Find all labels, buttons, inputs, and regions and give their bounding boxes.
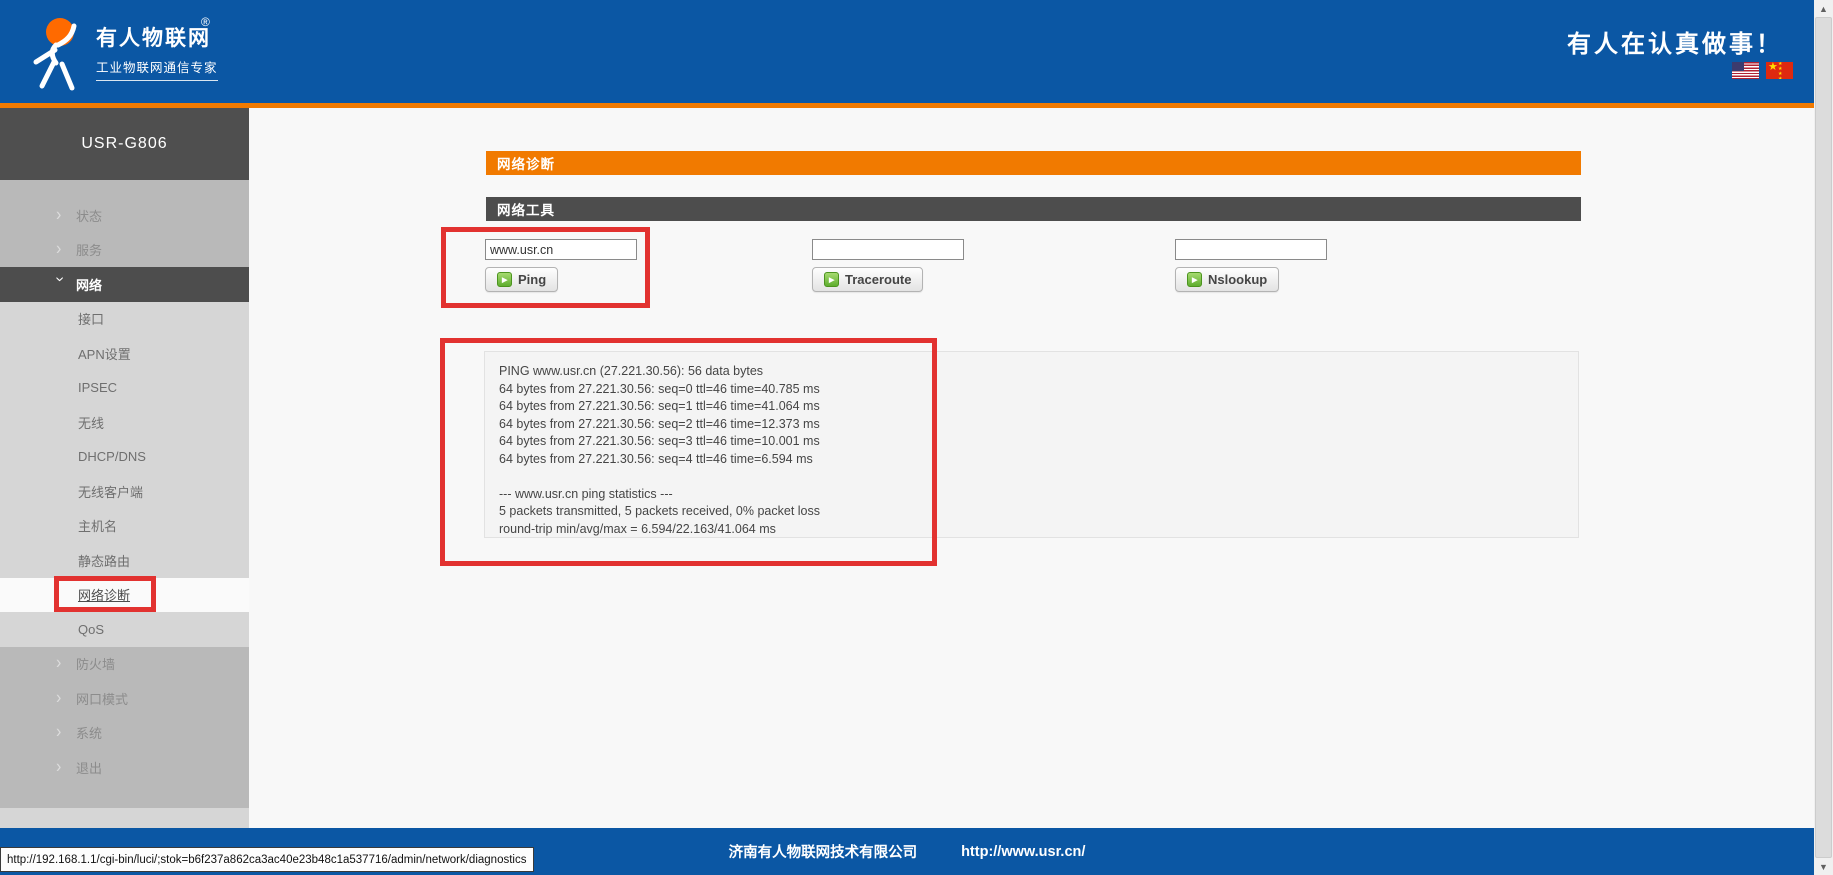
- sidebar-item-apn[interactable]: APN设置: [0, 336, 249, 371]
- sidebar-item-status[interactable]: ›状态: [0, 198, 249, 233]
- sidebar-item-wifi-client[interactable]: 无线客户端: [0, 474, 249, 509]
- chevron-right-icon: ›: [56, 242, 76, 257]
- scroll-down-icon[interactable]: ▼: [1814, 858, 1833, 875]
- footer-website-link[interactable]: http://www.usr.cn/: [961, 844, 1085, 860]
- ping-output-line: PING www.usr.cn (27.221.30.56): 56 data …: [499, 363, 1564, 381]
- ping-tool: Ping: [485, 239, 637, 292]
- sidebar: USR-G806 ›状态›服务›网络接口APN设置IPSEC无线DHCP/DNS…: [0, 108, 249, 828]
- cn-flag-icon[interactable]: ★★ ★★ ★: [1766, 62, 1793, 79]
- sidebar-item-label: 无线: [78, 413, 104, 432]
- sidebar-item-network[interactable]: › 网络: [0, 267, 249, 302]
- traceroute-button[interactable]: Traceroute: [812, 267, 923, 292]
- sidebar-item-label: 状态: [76, 206, 102, 225]
- brand-title: 有人物联网: [96, 22, 211, 52]
- sidebar-item-label: 系统: [76, 723, 102, 742]
- traceroute-button-label: Traceroute: [845, 272, 911, 287]
- sidebar-item-label: DHCP/DNS: [78, 449, 146, 464]
- scroll-up-icon[interactable]: ▲: [1814, 0, 1833, 17]
- brand-subtitle: 工业物联网通信专家: [96, 57, 218, 81]
- chevron-right-icon: ›: [56, 208, 76, 223]
- main-content: 网络诊断 网络工具 Ping Traceroute Nslookup PING ww…: [249, 108, 1814, 828]
- nslookup-button-label: Nslookup: [1208, 272, 1267, 287]
- ping-output-line: [499, 468, 1564, 486]
- ping-output-line: --- www.usr.cn ping statistics ---: [499, 486, 1564, 504]
- header-slogan: 有人在认真做事！: [1567, 24, 1783, 59]
- ping-output-line: 64 bytes from 27.221.30.56: seq=2 ttl=46…: [499, 416, 1564, 434]
- ping-host-input[interactable]: [485, 239, 637, 260]
- sidebar-bottom-strip: [0, 808, 249, 828]
- sidebar-item-label: 服务: [76, 240, 102, 259]
- traceroute-tool: Traceroute: [812, 239, 964, 292]
- ping-output-box: PING www.usr.cn (27.221.30.56): 56 data …: [484, 351, 1579, 538]
- ping-output-line: 64 bytes from 27.221.30.56: seq=4 ttl=46…: [499, 451, 1564, 469]
- sidebar-item-label: 网络: [76, 275, 102, 294]
- sidebar-item-label: 接口: [78, 309, 104, 328]
- ping-output-line: 5 packets transmitted, 5 packets receive…: [499, 503, 1564, 521]
- sidebar-item-ipsec[interactable]: IPSEC: [0, 371, 249, 406]
- sidebar-item-hostname[interactable]: 主机名: [0, 509, 249, 544]
- run-action-icon: [497, 272, 512, 287]
- sidebar-item-label: 防火墙: [76, 654, 115, 673]
- nslookup-button[interactable]: Nslookup: [1175, 267, 1279, 292]
- sidebar-item-wireless[interactable]: 无线: [0, 405, 249, 440]
- sidebar-item-label: 网络诊断: [78, 585, 130, 604]
- sidebar-item-firewall[interactable]: ›防火墙: [0, 647, 249, 682]
- app-header: ® 有人物联网 工业物联网通信专家 有人在认真做事！ ★★ ★★ ★: [0, 0, 1833, 103]
- sidebar-item-label: 退出: [76, 758, 102, 777]
- chevron-right-icon: ›: [56, 691, 76, 706]
- ping-button[interactable]: Ping: [485, 267, 558, 292]
- footer-company: 济南有人物联网技术有限公司: [729, 841, 918, 862]
- scrollbar-thumb[interactable]: [1815, 17, 1832, 858]
- usr-logo-icon: [16, 10, 92, 92]
- sidebar-item-label: 静态路由: [78, 551, 130, 570]
- run-action-icon: [1187, 272, 1202, 287]
- page-title: 网络诊断: [486, 151, 1581, 175]
- sidebar-item-interfaces[interactable]: 接口: [0, 302, 249, 337]
- browser-status-url: http://192.168.1.1/cgi-bin/luci/;stok=b6…: [0, 847, 534, 872]
- nslookup-tool: Nslookup: [1175, 239, 1327, 292]
- us-flag-icon[interactable]: [1732, 62, 1759, 79]
- sidebar-nav: ›状态›服务›网络接口APN设置IPSEC无线DHCP/DNS无线客户端主机名静…: [0, 198, 249, 785]
- chevron-right-icon: ›: [56, 656, 76, 671]
- sidebar-item-static-route[interactable]: 静态路由: [0, 543, 249, 578]
- sidebar-item-dhcp-dns[interactable]: DHCP/DNS: [0, 440, 249, 475]
- chevron-right-icon: ›: [56, 760, 76, 775]
- ping-output-line: 64 bytes from 27.221.30.56: seq=3 ttl=46…: [499, 433, 1564, 451]
- chevron-right-icon: ›: [56, 725, 76, 740]
- sidebar-item-diagnostics[interactable]: 网络诊断: [0, 578, 249, 613]
- browser-viewport: ® 有人物联网 工业物联网通信专家 有人在认真做事！ ★★ ★★ ★ USR-G…: [0, 0, 1833, 875]
- ping-output-line: round-trip min/avg/max = 6.594/22.163/41…: [499, 521, 1564, 539]
- page-scrollbar[interactable]: ▲ ▼: [1814, 0, 1833, 875]
- sidebar-item-label: IPSEC: [78, 380, 117, 395]
- sidebar-item-port-mode[interactable]: ›网口模式: [0, 681, 249, 716]
- run-action-icon: [824, 272, 839, 287]
- traceroute-host-input[interactable]: [812, 239, 964, 260]
- sidebar-item-label: 无线客户端: [78, 482, 143, 501]
- network-tools: Ping Traceroute Nslookup: [485, 239, 1580, 329]
- sidebar-item-label: 主机名: [78, 516, 117, 535]
- section-title: 网络工具: [486, 197, 1581, 221]
- sidebar-item-label: 网口模式: [76, 689, 128, 708]
- sidebar-item-services[interactable]: ›服务: [0, 233, 249, 268]
- sidebar-item-label: APN设置: [78, 344, 131, 363]
- ping-output-line: 64 bytes from 27.221.30.56: seq=0 ttl=46…: [499, 381, 1564, 399]
- sidebar-item-qos[interactable]: QoS: [0, 612, 249, 647]
- sidebar-item-logout[interactable]: ›退出: [0, 750, 249, 785]
- chevron-down-icon: ›: [54, 276, 67, 292]
- device-model: USR-G806: [0, 108, 249, 180]
- ping-output-line: 64 bytes from 27.221.30.56: seq=1 ttl=46…: [499, 398, 1564, 416]
- language-switcher: ★★ ★★ ★: [1732, 62, 1793, 79]
- nslookup-host-input[interactable]: [1175, 239, 1327, 260]
- ping-button-label: Ping: [518, 272, 546, 287]
- sidebar-item-label: QoS: [78, 622, 104, 637]
- sidebar-item-system[interactable]: ›系统: [0, 716, 249, 751]
